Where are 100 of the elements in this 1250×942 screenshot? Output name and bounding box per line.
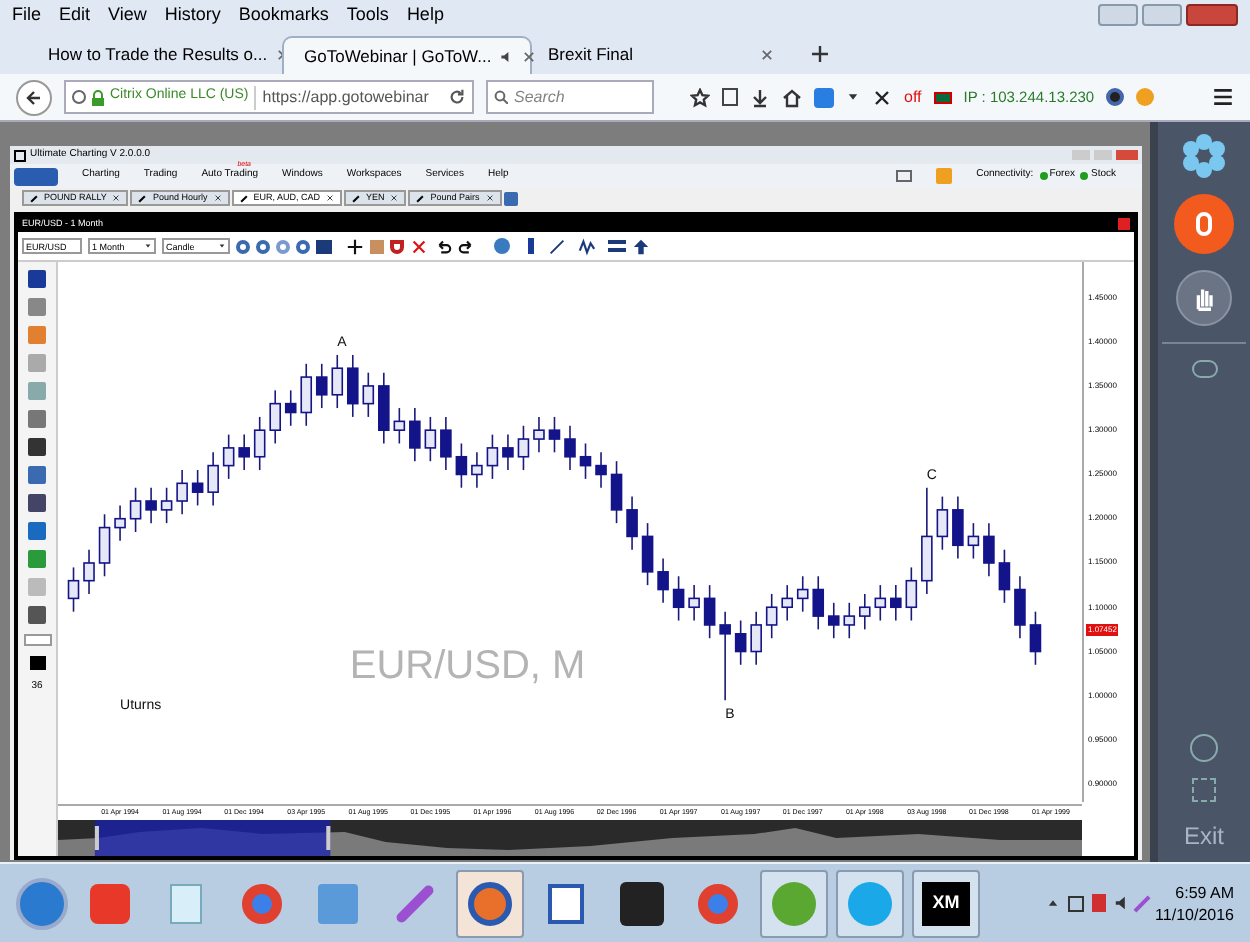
- crosshair-icon[interactable]: [346, 237, 364, 255]
- menu-icon[interactable]: [1212, 86, 1234, 108]
- taskbar-button[interactable]: XM: [912, 869, 980, 937]
- close-tab-icon[interactable]: [213, 194, 222, 202]
- zoom-icon[interactable]: [296, 239, 310, 253]
- x-icon[interactable]: [872, 87, 892, 107]
- candle: [610, 460, 623, 524]
- home-icon[interactable]: [782, 87, 802, 107]
- raise-hand-button[interactable]: [1176, 270, 1232, 326]
- new-tab-icon[interactable]: [810, 44, 830, 64]
- app-menu-button[interactable]: [14, 167, 58, 185]
- candle: [533, 416, 545, 454]
- chrome-icon: [242, 883, 282, 923]
- zoom-in-icon[interactable]: [236, 239, 250, 253]
- tray-arrow-icon[interactable]: [1045, 896, 1060, 910]
- candle: [564, 424, 576, 471]
- candle: [921, 486, 933, 595]
- candle: [626, 495, 638, 551]
- up-arrow-icon[interactable]: [632, 237, 650, 255]
- candle: [641, 522, 654, 586]
- candle: [998, 548, 1011, 604]
- redo-icon[interactable]: [458, 237, 476, 255]
- search-field[interactable]: Search: [486, 80, 654, 114]
- candle: [176, 469, 188, 516]
- close-tab-icon[interactable]: [521, 49, 536, 63]
- candle: [750, 610, 762, 666]
- menu-item[interactable]: History: [164, 1, 221, 29]
- candle: [98, 513, 111, 578]
- app-icon: [90, 883, 130, 923]
- lock-icon: [92, 89, 104, 105]
- bars-icon[interactable]: [608, 240, 626, 252]
- pencil-icon: [416, 194, 425, 202]
- expand-icon[interactable]: [1192, 778, 1216, 802]
- close-tab-icon[interactable]: [112, 194, 121, 202]
- chrome-icon: [698, 883, 738, 923]
- candle: [331, 354, 344, 409]
- document-icon: [548, 883, 584, 923]
- candle: [796, 575, 809, 613]
- candle: [890, 584, 902, 622]
- candle: [517, 424, 530, 471]
- candle: [672, 575, 685, 622]
- search-icon: [494, 90, 508, 104]
- mute-button[interactable]: [1174, 194, 1234, 254]
- candle: [455, 442, 468, 489]
- navigator-drawing[interactable]: [58, 820, 1082, 856]
- flag-icon[interactable]: [1091, 894, 1106, 912]
- close-tab-icon[interactable]: [485, 194, 494, 202]
- candle: [238, 433, 250, 471]
- menu-item[interactable]: Edit: [59, 1, 91, 29]
- window-icon[interactable]: [896, 170, 913, 182]
- browser-tab[interactable]: Brexit Final: [536, 36, 786, 74]
- candle: [160, 486, 173, 524]
- zoom-out-icon[interactable]: [256, 239, 270, 253]
- close-tab-icon[interactable]: [760, 48, 774, 62]
- wave-icon[interactable]: [578, 237, 596, 255]
- candle: [859, 593, 871, 631]
- candle: [548, 416, 561, 454]
- menu-item[interactable]: View: [108, 1, 147, 29]
- menu-item[interactable]: Help: [406, 1, 444, 29]
- notepad-icon: [170, 883, 202, 923]
- browser-tab[interactable]: GoToWebinar | GoToW...: [282, 36, 532, 74]
- caret-icon: [218, 242, 226, 250]
- caret-icon[interactable]: [846, 90, 860, 104]
- firefox-icon: [468, 881, 512, 925]
- pencil-icon: [139, 194, 147, 202]
- back-button[interactable]: [16, 79, 52, 115]
- candle: [347, 354, 359, 418]
- candle: [67, 566, 80, 613]
- close-tab-icon[interactable]: [325, 194, 334, 202]
- download-icon[interactable]: [750, 87, 770, 107]
- color-swatch[interactable]: [29, 656, 45, 670]
- delete-icon[interactable]: [410, 237, 428, 255]
- star-icon[interactable]: [690, 87, 710, 107]
- candle: [207, 451, 219, 507]
- candle: [145, 486, 157, 524]
- taskbar-button[interactable]: [456, 869, 524, 937]
- start-button[interactable]: [16, 877, 68, 929]
- zoom-area-icon[interactable]: [276, 239, 290, 253]
- clock-date[interactable]: 11/10/2016: [1155, 903, 1234, 925]
- candle: [936, 495, 949, 551]
- reload-icon[interactable]: [448, 88, 466, 106]
- exit-button[interactable]: Exit: [1183, 818, 1224, 862]
- magnet-icon[interactable]: [390, 239, 404, 253]
- clock-time[interactable]: 6:59 AM: [1175, 881, 1234, 903]
- addon-state: off: [904, 85, 922, 109]
- close-tab-icon[interactable]: [390, 194, 399, 202]
- line-style-dropdown[interactable]: [23, 634, 51, 646]
- menu-item[interactable]: File: [12, 1, 42, 29]
- menu-item[interactable]: Bookmarks: [238, 1, 329, 29]
- candle: [486, 433, 499, 480]
- flower-icon[interactable]: [1182, 134, 1226, 178]
- candle: [378, 371, 390, 445]
- candle: [269, 389, 281, 445]
- undo-icon[interactable]: [434, 237, 452, 255]
- menu-item[interactable]: Tools: [346, 1, 389, 29]
- ring-icon[interactable]: [1106, 88, 1125, 106]
- add-tab-button[interactable]: [503, 192, 518, 206]
- candle: [688, 584, 700, 622]
- back-arrow-icon: [24, 87, 44, 107]
- torrent-icon: [772, 881, 816, 925]
